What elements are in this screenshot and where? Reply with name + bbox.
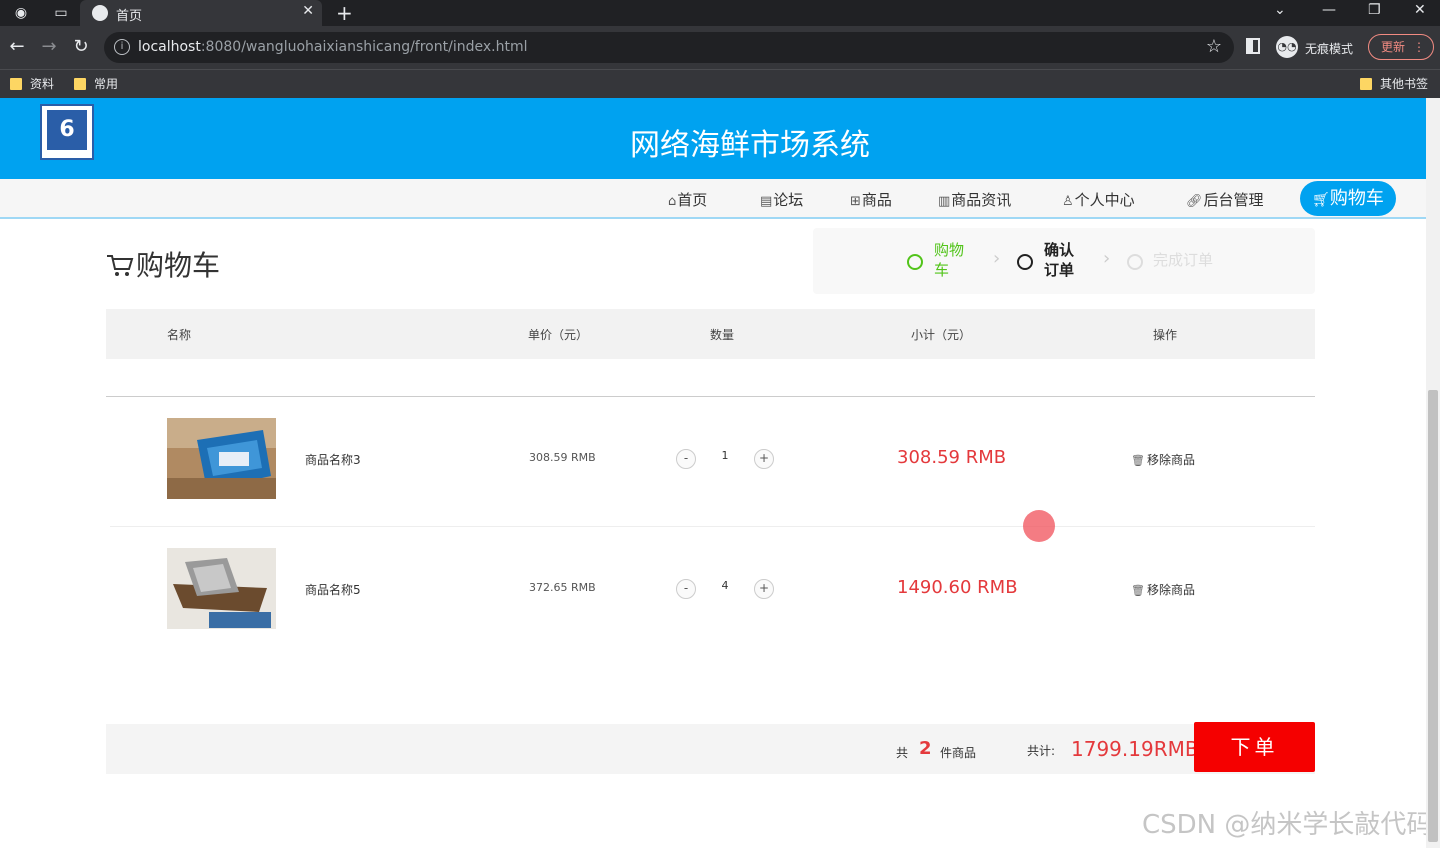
nav-home[interactable]: ⌂首页 <box>668 189 707 210</box>
page-scrollbar[interactable] <box>1426 98 1440 848</box>
chevron-right-icon: › <box>993 248 1001 269</box>
unit-price: 372.65 RMB <box>529 581 596 594</box>
qty-increase-button[interactable]: + <box>754 449 774 469</box>
step-cart: 购物车 <box>934 241 965 279</box>
step-pending-dot <box>1127 254 1143 270</box>
maximize-button[interactable]: ❐ <box>1368 2 1381 18</box>
subtotal: 308.59 RMB <box>897 447 1007 468</box>
bookmarks-bar: 资料 常用 其他书签 <box>0 69 1440 98</box>
item-count: 2 <box>919 738 932 759</box>
product-image[interactable] <box>167 418 276 499</box>
step-complete: 完成订单 <box>1153 251 1214 269</box>
tab-search-icon[interactable]: ▭ <box>52 4 70 22</box>
reload-button[interactable]: ↻ <box>70 36 92 57</box>
qty-value: 4 <box>721 579 729 592</box>
incognito-label: 无痕模式 <box>1305 42 1354 56</box>
tab-title: 首页 <box>116 9 143 24</box>
remove-item-button[interactable]: 🗑︎ 移除商品 <box>1131 451 1195 468</box>
col-action: 操作 <box>1153 328 1178 342</box>
cart-table-header: 名称 单价（元） 数量 小计（元） 操作 <box>106 309 1315 359</box>
cart-heading: 购物车 <box>106 244 220 284</box>
trash-icon: 🗑︎ <box>1131 584 1145 597</box>
folder-icon <box>10 78 22 90</box>
bookmark-folder-other[interactable]: 其他书签 <box>1360 75 1428 92</box>
nav-admin[interactable]: 🔗︎后台管理 <box>1186 189 1264 210</box>
cursor-highlight <box>1023 510 1055 542</box>
qty-value: 1 <box>721 449 729 462</box>
globe-icon <box>92 5 108 21</box>
cart-summary-bar: 共 2 件商品 共计: 1799.19RMB <box>106 724 1315 774</box>
col-price: 单价（元） <box>528 328 589 342</box>
step-confirm: 确认 订单 <box>1044 241 1075 279</box>
close-window-button[interactable]: ✕ <box>1414 2 1426 18</box>
folder-icon <box>74 78 86 90</box>
news-icon: ▥ <box>938 194 951 209</box>
chrome-icon[interactable]: ◉ <box>12 4 30 22</box>
main-nav: ⌂首页 ▤论坛 ⊞商品 ▥商品资讯 ♙个人中心 🔗︎后台管理 🛒︎购物车 <box>0 179 1426 219</box>
user-icon: ♙ <box>1062 194 1074 209</box>
subtotal: 1490.60 RMB <box>897 577 1018 598</box>
tab-home[interactable]: 首页 ✕ <box>80 0 322 26</box>
unit-price: 308.59 RMB <box>529 451 596 464</box>
forum-icon: ▤ <box>760 194 773 209</box>
watermark: CSDN @纳米学长敲代码 <box>1142 810 1433 840</box>
forward-button[interactable]: → <box>38 36 60 57</box>
cart-total: 1799.19RMB <box>1071 737 1199 761</box>
place-order-button[interactable]: 下单 <box>1194 722 1315 772</box>
nav-goods-news[interactable]: ▥商品资讯 <box>938 189 1011 210</box>
bookmark-folder-changyong[interactable]: 常用 <box>74 75 118 92</box>
count-suffix: 件商品 <box>940 746 977 760</box>
home-icon: ⌂ <box>668 194 677 209</box>
close-tab-icon[interactable]: ✕ <box>302 3 314 19</box>
url-text: localhost:8080/wangluohaixianshicang/fro… <box>138 39 528 55</box>
scrollbar-thumb[interactable] <box>1428 390 1438 842</box>
col-name: 名称 <box>167 328 192 342</box>
product-name[interactable]: 商品名称3 <box>305 451 361 468</box>
count-prefix: 共 <box>896 746 909 760</box>
bookmark-folder-ziliao[interactable]: 资料 <box>10 75 54 92</box>
product-name[interactable]: 商品名称5 <box>305 581 361 598</box>
divider <box>110 526 1315 527</box>
checkout-steps: 购物车 › 确认 订单 › 完成订单 <box>813 228 1315 294</box>
check-circle-icon <box>907 254 923 270</box>
side-panel-icon[interactable] <box>1246 38 1260 54</box>
chevron-right-icon: › <box>1103 248 1111 269</box>
qty-decrease-button[interactable]: - <box>676 449 696 469</box>
trash-icon: 🗑︎ <box>1131 454 1145 467</box>
cart-icon <box>107 255 134 276</box>
link-icon: 🔗︎ <box>1186 194 1203 209</box>
goods-icon: ⊞ <box>850 194 861 209</box>
minimize-button[interactable]: — <box>1322 2 1336 18</box>
step-current-dot <box>1017 254 1033 270</box>
total-label: 共计: <box>1027 744 1056 758</box>
browser-toolbar: ← → ↻ i localhost:8080/wangluohaixianshi… <box>0 26 1440 69</box>
site-header: 6 网络海鲜市场系统 <box>0 98 1426 179</box>
divider <box>106 396 1315 397</box>
nav-goods[interactable]: ⊞商品 <box>850 189 892 210</box>
bookmark-star-icon[interactable]: ☆ <box>1206 36 1222 57</box>
page-content: 6 网络海鲜市场系统 ⌂首页 ▤论坛 ⊞商品 ▥商品资讯 ♙个人中心 🔗︎后台管… <box>0 98 1440 848</box>
update-button[interactable]: 更新 ⋮ <box>1368 34 1434 60</box>
back-button[interactable]: ← <box>6 36 28 57</box>
qty-increase-button[interactable]: + <box>754 579 774 599</box>
site-info-icon[interactable]: i <box>114 39 130 55</box>
new-tab-button[interactable]: + <box>336 1 353 25</box>
site-title: 网络海鲜市场系统 <box>630 128 870 163</box>
remove-item-button[interactable]: 🗑︎ 移除商品 <box>1131 581 1195 598</box>
col-subtotal: 小计（元） <box>911 328 972 342</box>
nav-user-center[interactable]: ♙个人中心 <box>1062 189 1135 210</box>
nav-cart-button[interactable]: 🛒︎购物车 <box>1300 181 1396 216</box>
qty-decrease-button[interactable]: - <box>676 579 696 599</box>
folder-icon <box>1360 78 1372 90</box>
incognito-icon[interactable]: ◔◔ <box>1276 36 1298 58</box>
browser-tab-bar: ◉ ▭ 首页 ✕ + ⌄ — ❐ ✕ <box>0 0 1440 26</box>
product-image[interactable] <box>167 548 276 629</box>
col-qty: 数量 <box>710 328 735 342</box>
cart-icon: 🛒︎ <box>1312 192 1330 208</box>
chevron-down-icon[interactable]: ⌄ <box>1274 2 1286 18</box>
address-bar[interactable]: i localhost:8080/wangluohaixianshicang/f… <box>104 32 1234 63</box>
nav-forum[interactable]: ▤论坛 <box>760 189 803 210</box>
